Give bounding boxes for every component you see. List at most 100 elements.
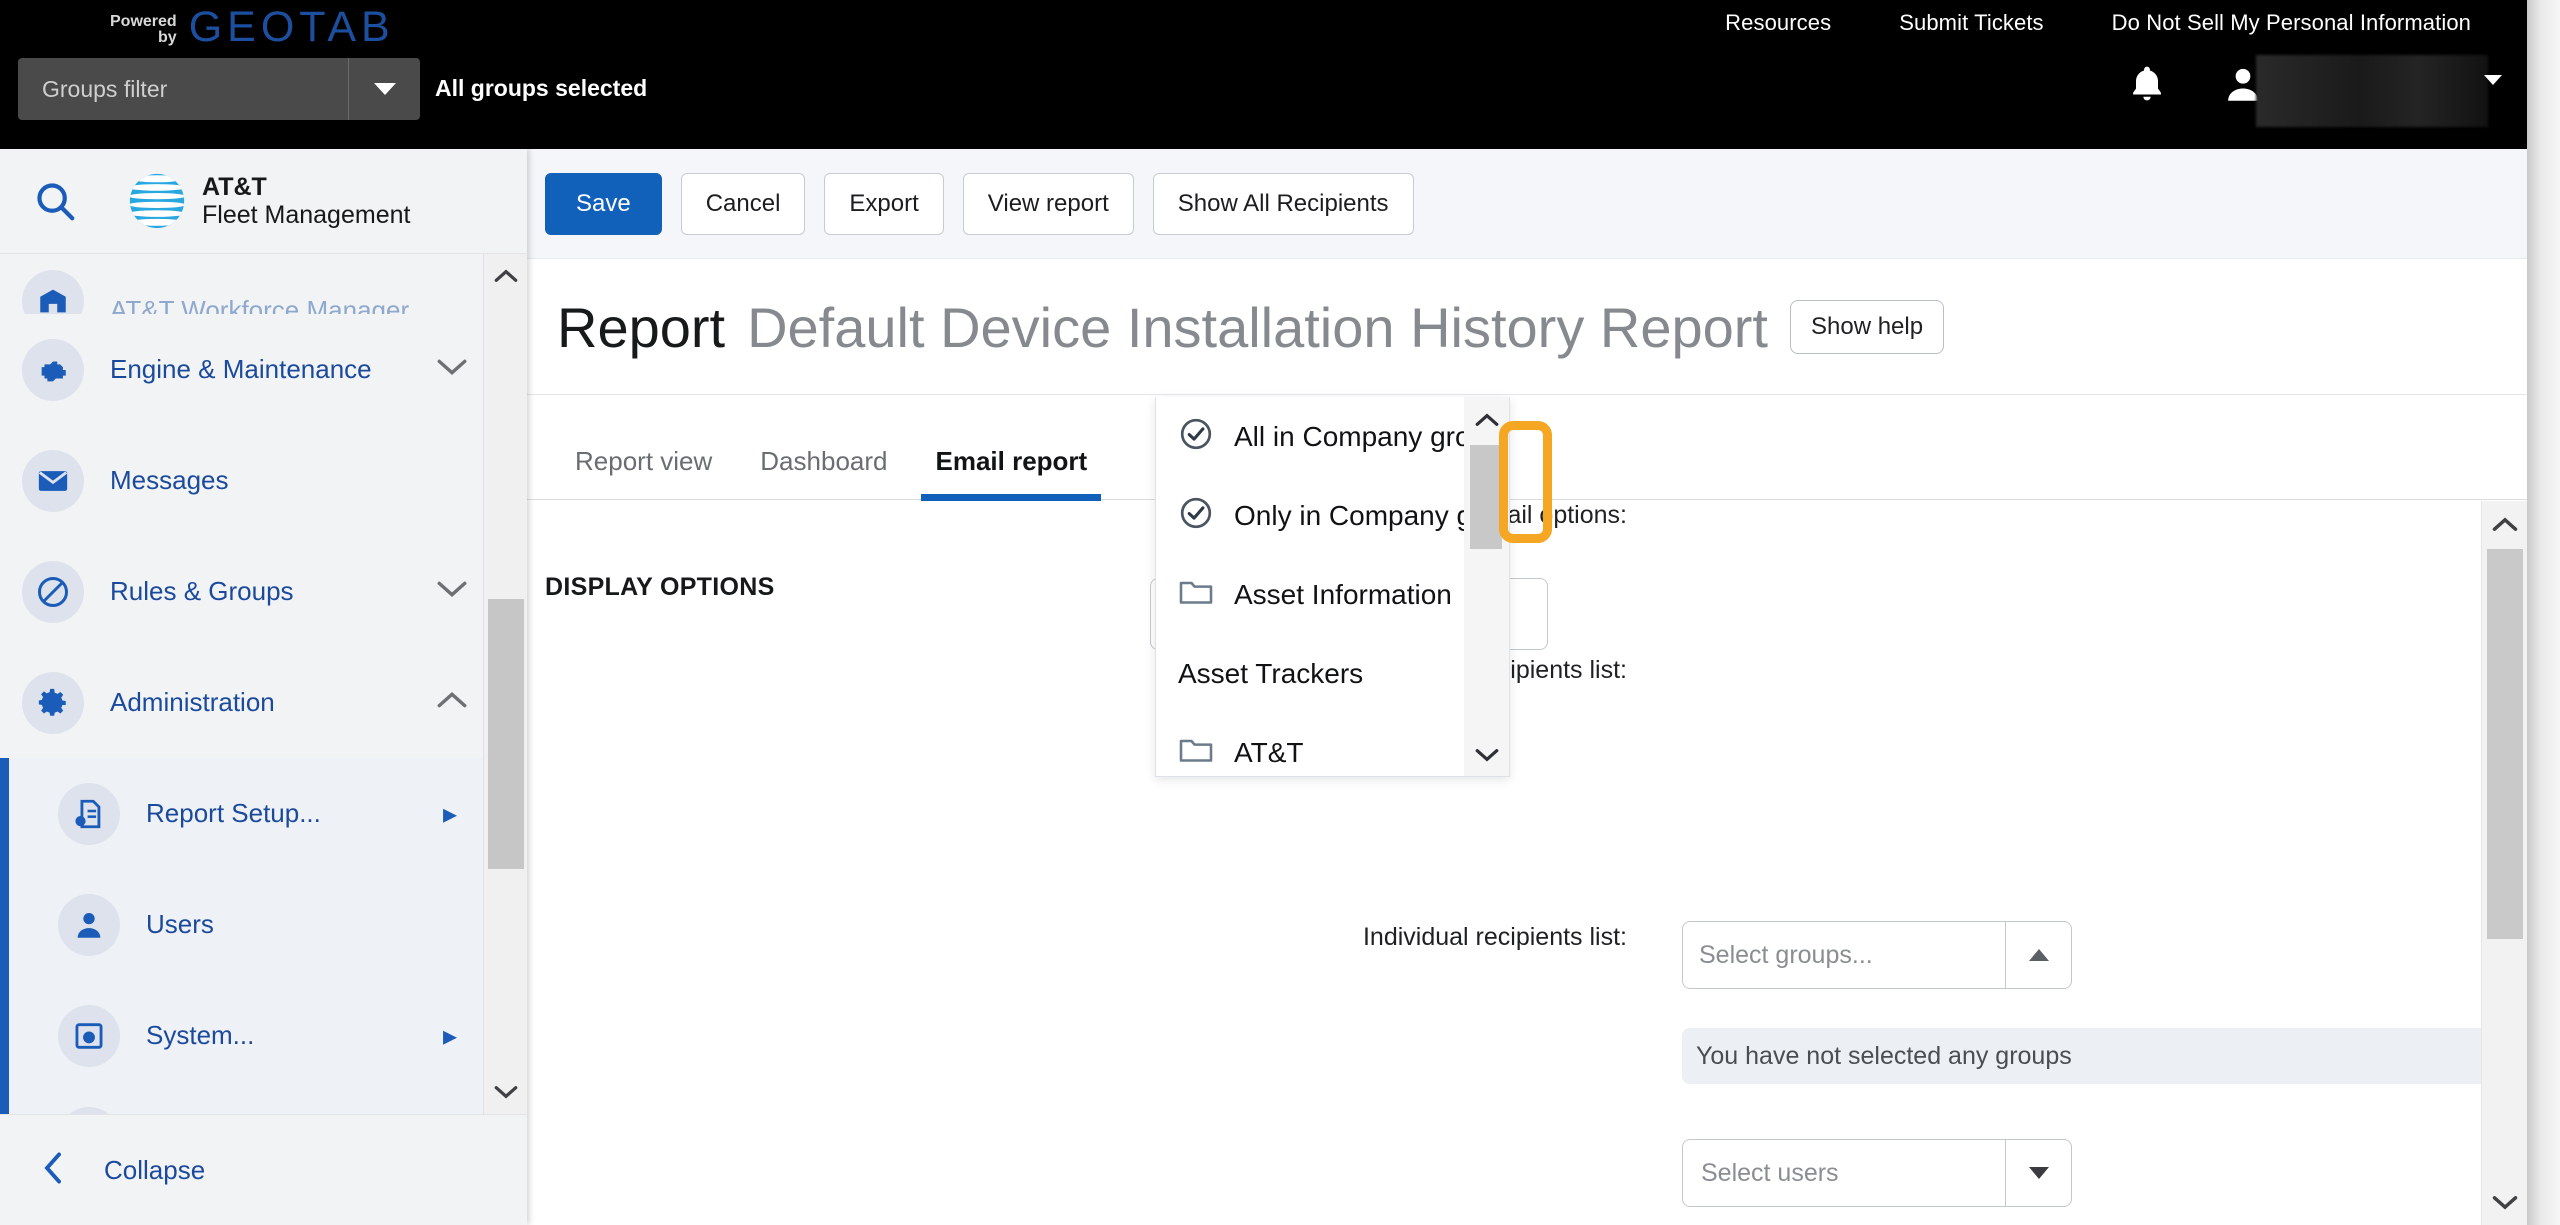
main-content-scrollbar[interactable] [2481,501,2527,1225]
chevron-up-icon[interactable] [2482,501,2528,547]
chevron-up-icon[interactable] [1464,397,1509,442]
sidebar-scrollbar-thumb[interactable] [488,599,524,869]
sidebar-item-about[interactable]: About [0,1091,527,1114]
search-icon[interactable] [24,178,86,224]
folder-icon [1178,734,1214,771]
window-right-gutter [2527,0,2560,1225]
tab-report-view[interactable]: Report view [551,446,736,499]
folder-icon [1178,576,1214,613]
dropdown-option-all-in-company-group[interactable]: All in Company group [1156,397,1509,476]
sidebar-item-engine-maintenance[interactable]: Engine & Maintenance [0,314,527,425]
dropdown-option-label: Asset Trackers [1178,657,1364,689]
sidebar-item-label: AT&T Workforce Manager [110,295,410,314]
att-fleet-logo: AT&T Fleet Management [126,170,410,232]
groups-filter-input[interactable]: Groups filter [18,58,348,120]
info-icon [58,1107,120,1114]
check-circle-icon [1178,416,1214,457]
action-toolbar: Save Cancel Export View report Show All … [527,149,2527,259]
att-brand-text: AT&T Fleet Management [202,173,410,229]
sidebar-header: AT&T Fleet Management [0,149,527,254]
sidebar-item-users[interactable]: Users [0,869,527,980]
main-scrollbar-thumb[interactable] [2487,549,2523,939]
groups-filter-control[interactable]: Groups filter [18,58,420,120]
chevron-down-icon[interactable] [435,579,469,604]
individual-recipients-list-label: Individual recipients list: [1362,923,1627,951]
cancel-button[interactable]: Cancel [680,172,806,235]
chevron-right-icon[interactable]: ▸ [443,797,457,830]
caret-down-icon [2028,1167,2049,1179]
sidebar-item-rules-groups[interactable]: Rules & Groups [0,536,527,647]
sidebar-item-label: Messages [110,465,229,495]
sidebar-item-administration[interactable]: Administration [0,647,527,758]
username-redacted-box[interactable] [2256,55,2488,127]
chevron-up-icon[interactable] [484,254,528,298]
sidebar-item-att-workforce-manager[interactable]: AT&T Workforce Manager [0,254,527,314]
individual-recipients-input[interactable]: Select users [1683,1140,2005,1206]
all-groups-selected-status: All groups selected [435,75,648,101]
tab-email-report[interactable]: Email report [911,446,1111,501]
dropdown-option-label: Asset Information [1234,578,1452,610]
dropdown-option-label: AT&T [1234,736,1304,768]
group-recipients-dropdown-panel: All in Company group Only in Company gr…… [1155,397,1510,777]
tab-bar: Report view Dashboard Email report [527,395,2527,501]
topbar-link-resources[interactable]: Resources [1691,10,1865,36]
chevron-up-icon[interactable] [435,690,469,715]
show-all-recipients-button[interactable]: Show All Recipients [1152,172,1414,235]
chevron-down-icon[interactable] [1464,732,1509,776]
tab-dashboard[interactable]: Dashboard [736,446,911,499]
sidebar-item-report-setup[interactable]: Report Setup... ▸ [0,758,527,869]
page-title-row: Report Default Device Installation Histo… [527,260,2527,395]
dropdown-option-label: All in Company group [1234,420,1502,452]
individual-recipients-select[interactable]: Select users [1682,1139,2072,1207]
dropdown-option-att[interactable]: AT&T [1156,713,1509,776]
engine-icon [22,338,84,401]
caret-up-icon [2028,949,2049,961]
view-report-button[interactable]: View report [962,172,1134,235]
notification-bell-icon[interactable] [2125,62,2169,113]
dropdown-option-only-in-company-group[interactable]: Only in Company gr… [1156,476,1509,555]
sidebar-item-messages[interactable]: Messages [0,425,527,536]
group-recipients-select[interactable]: Select groups... [1682,921,2072,989]
group-recipients-input[interactable]: Select groups... [1683,922,2005,988]
dropdown-option-asset-information[interactable]: Asset Information [1156,555,1509,634]
sidebar-item-system[interactable]: System... ▸ [0,980,527,1091]
display-options-header: DISPLAY OPTIONS [545,573,775,601]
collapse-label: Collapse [104,1154,206,1185]
show-help-button[interactable]: Show help [1789,300,1945,354]
chevron-down-icon[interactable] [2482,1179,2528,1225]
app-root: Powered by GEOTAB Resources Submit Ticke… [0,0,2560,1225]
sidebar-item-label: Engine & Maintenance [110,354,372,384]
envelope-icon [22,449,84,512]
save-button[interactable]: Save [545,172,662,235]
topbar-link-do-not-sell[interactable]: Do Not Sell My Personal Information [2078,10,2505,36]
sidebar-scrollbar[interactable] [483,254,527,1114]
export-button[interactable]: Export [824,172,944,235]
rules-icon [22,560,84,623]
user-menu-caret-down-icon[interactable] [2484,75,2502,103]
group-recipients-dropdown-toggle[interactable] [2005,922,2071,988]
sidebar-item-label: Report Setup... [146,798,321,828]
geotab-wordmark: GEOTAB [188,3,395,51]
main-content: Save Cancel Export View report Show All … [527,149,2527,1225]
dropdown-option-asset-trackers[interactable]: Asset Trackers [1156,634,1509,713]
dropdown-scrollbar-thumb[interactable] [1470,445,1502,549]
topbar-link-submit-tickets[interactable]: Submit Tickets [1865,10,2077,36]
powered-by-line2: by [158,29,177,46]
powered-by-line1: Powered [110,13,177,30]
individual-recipients-label-wrap: Individual recipients list: [527,923,1627,952]
caret-down-icon [373,83,396,95]
chevron-down-icon[interactable] [435,357,469,382]
groups-filter-dropdown-button[interactable] [348,58,420,120]
user-icon [58,893,120,956]
dropdown-scrollbar[interactable] [1464,397,1509,776]
powered-by-geotab-logo: Powered by GEOTAB [110,3,395,52]
sidebar-collapse-button[interactable]: Collapse [0,1114,527,1225]
individual-recipients-dropdown-toggle[interactable] [2005,1140,2071,1206]
sidebar-item-label: Administration [110,687,275,717]
page-title-subject: Default Device Installation History Repo… [747,295,1768,359]
gear-icon [22,671,84,734]
check-circle-icon [1178,495,1214,536]
chevron-down-icon[interactable] [484,1070,528,1114]
att-globe-icon [129,173,185,229]
chevron-right-icon[interactable]: ▸ [443,1019,457,1052]
